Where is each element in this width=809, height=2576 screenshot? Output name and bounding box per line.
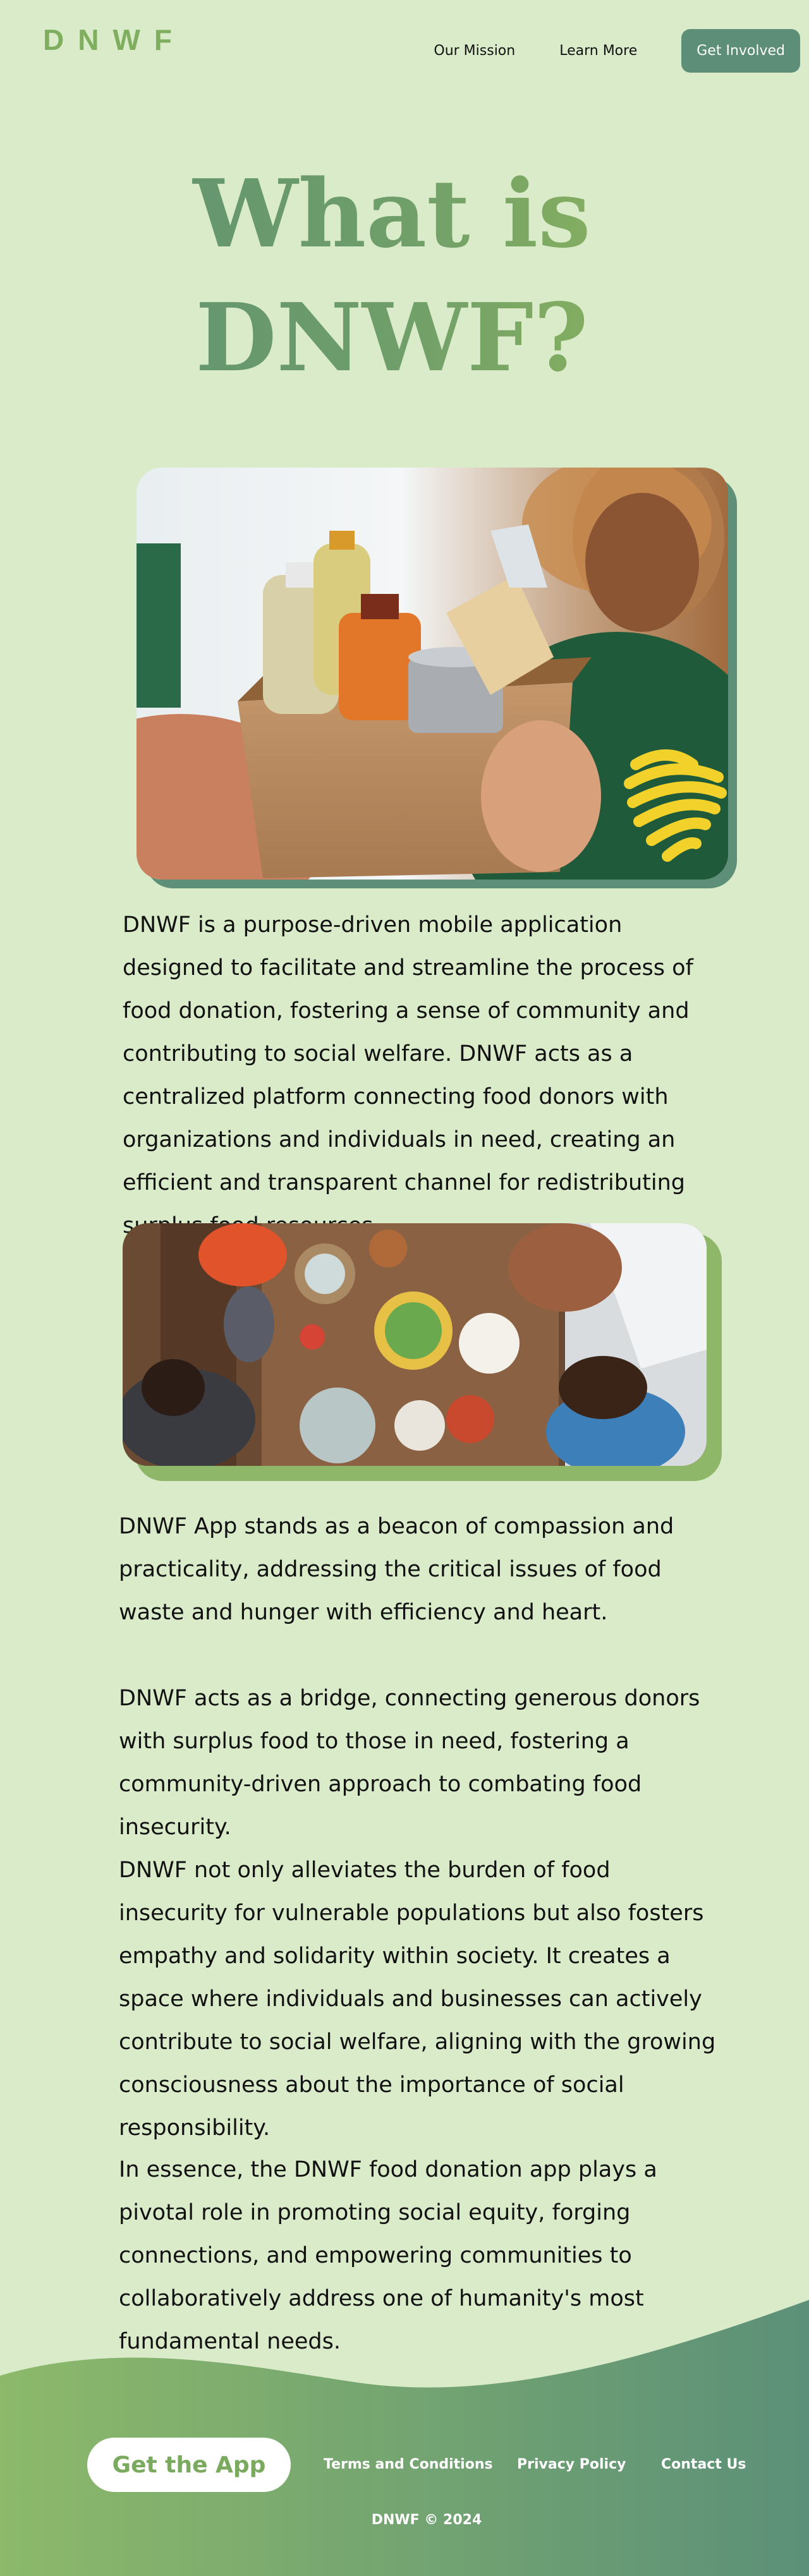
page-title-line1: What is [193, 159, 591, 269]
intro-paragraph: DNWF is a purpose-driven mobile applicat… [123, 912, 693, 1238]
footer: Get the App Terms and Conditions Privacy… [87, 2438, 809, 2492]
get-the-app-button[interactable]: Get the App [87, 2438, 291, 2492]
contact-link[interactable]: Contact Us [661, 2457, 746, 2472]
nav-our-mission-link[interactable]: Our Mission [434, 43, 515, 59]
copyright: DNWF © 2024 [371, 2512, 482, 2528]
terms-link[interactable]: Terms and Conditions [324, 2457, 493, 2472]
shared-meal-photo [123, 1223, 707, 1466]
page-title-line2: DNWF? [195, 282, 588, 392]
nav-learn-more-link[interactable]: Learn More [559, 43, 637, 59]
top-nav: Our Mission Learn More Get Involved [434, 29, 800, 73]
logo[interactable]: DNWF [43, 24, 172, 56]
empathy-paragraph: DNWF not only alleviates the burden of f… [119, 1858, 716, 2141]
food-donation-photo [137, 468, 728, 880]
beacon-paragraph: DNWF App stands as a beacon of compassio… [119, 1514, 674, 1625]
get-involved-button[interactable]: Get Involved [681, 29, 800, 73]
bridge-paragraph: DNWF acts as a bridge, connecting genero… [119, 1686, 700, 1840]
privacy-link[interactable]: Privacy Policy [517, 2457, 626, 2472]
page-title: What is DNWF? [0, 152, 784, 399]
